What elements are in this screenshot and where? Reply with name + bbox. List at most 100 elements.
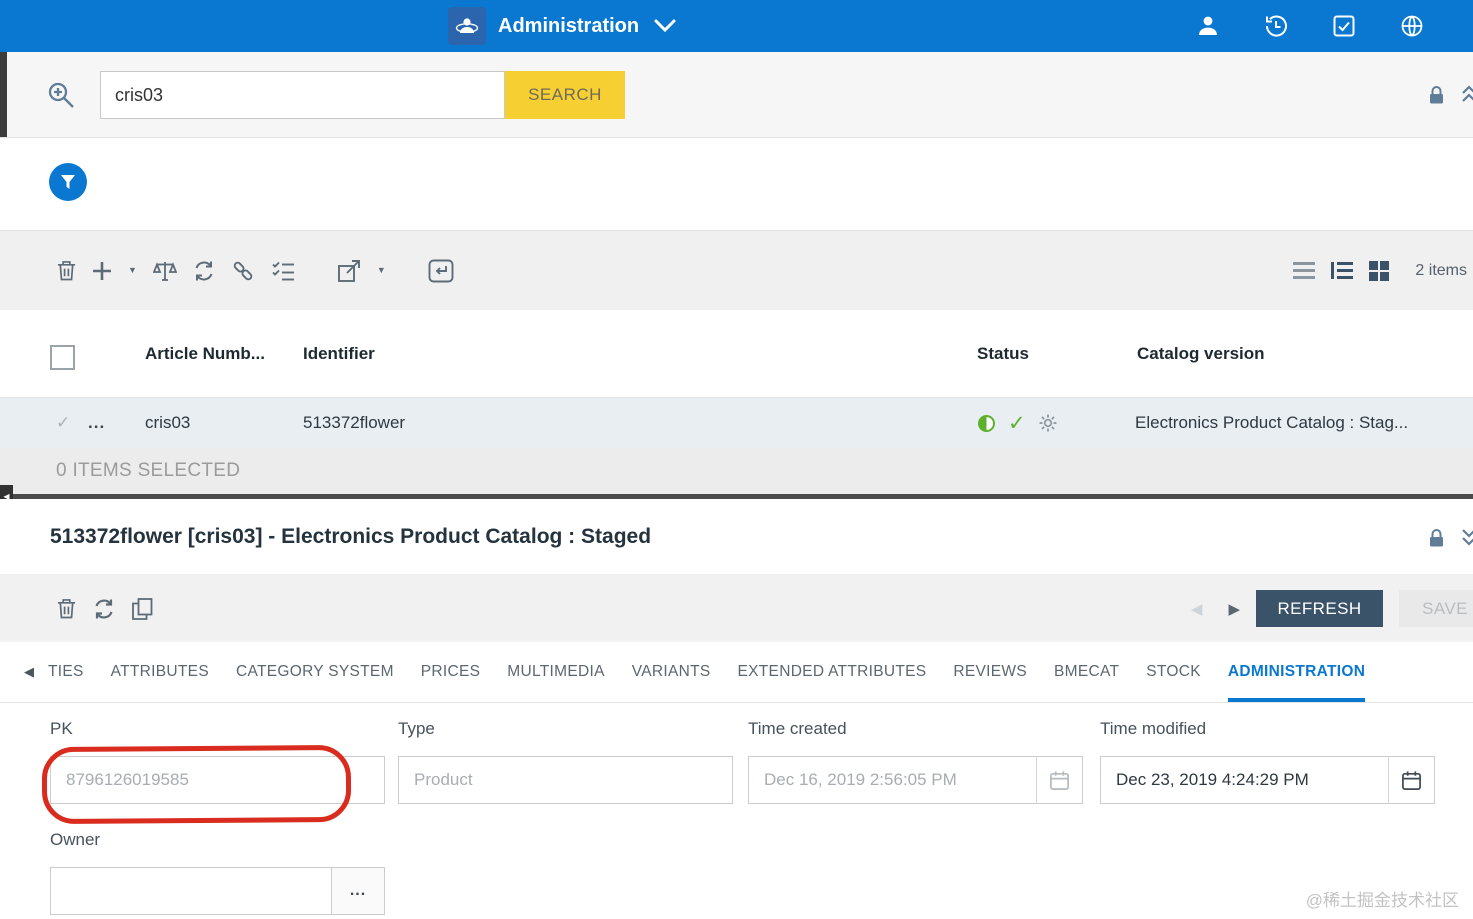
column-header-catalog-version[interactable]: Catalog version [1137,310,1265,397]
editor-toolbar-left [0,597,153,620]
time-modified-calendar-icon[interactable] [1388,757,1434,803]
tabs-row: TIES ATTRIBUTES CATEGORY SYSTEM PRICES M… [48,642,1366,702]
tab-properties[interactable]: TIES [48,642,84,702]
pk-label: PK [50,719,73,738]
refresh-button[interactable]: REFRESH [1256,590,1383,627]
time-created-value: Dec 16, 2019 2:56:05 PM [764,770,957,789]
tab-variants[interactable]: VARIANTS [632,642,711,702]
owner-field-group: Owner ... [50,830,385,915]
delete-icon[interactable] [57,260,76,281]
selection-count-text: 0 ITEMS SELECTED [56,460,241,481]
status-gear-icon [1038,398,1058,448]
tree-view-icon[interactable] [1331,262,1354,279]
owner-label: Owner [50,830,101,849]
table-header: Article Numb... Identifier Status Catalo… [0,310,1473,398]
tab-administration[interactable]: ADMINISTRATION [1227,642,1366,702]
save-button[interactable]: SAVE [1399,590,1473,627]
history-icon[interactable] [1263,13,1289,39]
table-row[interactable]: ✓ ... cris03 513372flower ✓ Electronics … [0,398,1473,448]
tab-stock[interactable]: STOCK [1146,642,1201,702]
cell-catalog-version: Electronics Product Catalog : Stag... [1135,413,1409,432]
perspective-selector[interactable]: Administration [448,7,677,45]
time-created-calendar-icon [1036,757,1082,803]
search-input[interactable] [100,71,505,119]
selection-bar: 0 ITEMS SELECTED [0,448,1473,494]
tab-bmecat[interactable]: BMECAT [1054,642,1119,702]
lock-icon[interactable] [1428,85,1445,110]
cell-article-number: cris03 [145,413,191,432]
create-dropdown-caret-icon[interactable]: ▼ [128,266,137,275]
link-icon[interactable] [231,259,255,283]
next-item-icon[interactable]: ▶ [1228,600,1240,618]
status-check-icon: ✓ [1008,411,1026,435]
column-header-status[interactable]: Status [977,310,1029,397]
search-button[interactable]: SEARCH [505,71,625,119]
previous-item-icon[interactable]: ◀ [1191,600,1203,618]
multi-edit-icon[interactable] [271,260,295,281]
tab-multimedia[interactable]: MULTIMEDIA [507,642,604,702]
tabs-scroll-left-icon[interactable]: ◀ [20,642,38,702]
select-all-checkbox[interactable] [50,345,75,370]
top-bar: Administration [0,0,1473,52]
world-clock-icon[interactable] [1399,13,1425,39]
list-toolbar: ▼ ▼ 2 items [0,230,1473,310]
compare-icon[interactable] [152,260,177,282]
collapsed-nav-strip[interactable] [0,52,7,137]
editor-collapse-down-icon[interactable] [1460,527,1473,552]
tab-prices[interactable]: PRICES [421,642,481,702]
editor-tabs-bar: ◀ TIES ATTRIBUTES CATEGORY SYSTEM PRICES… [0,642,1473,703]
assign-icon[interactable] [428,259,454,283]
editor-lock-icon[interactable] [1428,528,1445,553]
owner-input[interactable] [50,867,332,915]
filter-button[interactable] [49,163,87,201]
chevron-down-icon [653,19,677,33]
editor-delete-icon[interactable] [57,598,76,619]
column-header-identifier[interactable]: Identifier [303,310,375,397]
export-icon[interactable] [337,259,361,283]
app-title: Administration [498,14,640,37]
time-modified-field[interactable]: Dec 23, 2019 4:24:29 PM [1100,756,1435,804]
filter-section [0,138,1473,230]
editor-header: 513372flower [cris03] - Electronics Prod… [0,499,1473,575]
advanced-search-icon[interactable] [46,80,76,115]
column-header-article-number[interactable]: Article Numb... [145,310,265,397]
administration-logo-icon [448,7,486,45]
editor-refresh-icon[interactable] [93,598,115,620]
create-icon[interactable] [92,261,112,281]
pk-field: 8796126019585 [50,756,385,804]
list-view-icon[interactable] [1293,262,1316,279]
status-approval-icon [978,398,995,448]
editor-toolbar-right: ◀ ▶ REFRESH SAVE [1191,590,1473,627]
list-toolbar-left: ▼ ▼ [0,259,454,283]
time-modified-field-group: Time modified Dec 23, 2019 4:24:29 PM [1100,719,1435,804]
time-modified-value: Dec 23, 2019 4:24:29 PM [1116,770,1309,789]
row-selected-check-icon: ✓ [56,413,71,432]
row-more-button[interactable]: ... [88,398,105,448]
sync-icon[interactable] [193,260,215,282]
tab-category-system[interactable]: CATEGORY SYSTEM [236,642,394,702]
type-field-group: Type Product [398,719,733,804]
topbar-icon-group [1195,13,1425,39]
tab-attributes[interactable]: ATTRIBUTES [111,642,209,702]
owner-browse-button[interactable]: ... [332,867,385,915]
grid-view-icon[interactable] [1369,260,1390,281]
type-field: Product [398,756,733,804]
watermark-text: @稀土掘金技术社区 [1305,891,1459,910]
search-section: SEARCH [0,52,1473,138]
pk-field-group: PK 8796126019585 [50,719,385,804]
tasks-icon[interactable] [1331,13,1357,39]
backoffice-app: Administration SEARCH [0,0,1473,919]
collapse-up-icon[interactable] [1460,84,1473,109]
tab-extended-attributes[interactable]: EXTENDED ATTRIBUTES [738,642,927,702]
export-dropdown-caret-icon[interactable]: ▼ [377,266,386,275]
time-created-label: Time created [748,719,847,738]
funnel-icon [61,175,75,189]
time-created-field-group: Time created Dec 16, 2019 2:56:05 PM [748,719,1083,804]
administration-form: PK 8796126019585 Type Product Time creat… [0,703,1473,919]
user-icon[interactable] [1195,13,1221,39]
tab-reviews[interactable]: REVIEWS [953,642,1027,702]
type-value: Product [414,770,473,789]
editor-toolbar: ◀ ▶ REFRESH SAVE [0,575,1473,642]
copy-icon[interactable] [132,597,153,620]
editor-title: 513372flower [cris03] - Electronics Prod… [50,524,652,548]
